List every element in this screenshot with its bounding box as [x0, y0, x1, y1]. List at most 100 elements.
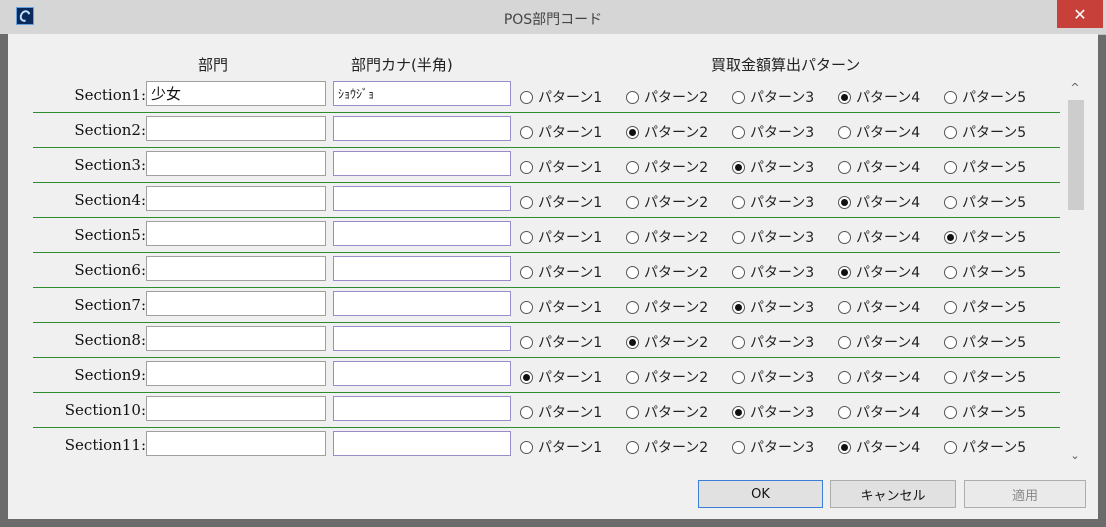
section-kana-input[interactable] [333, 256, 511, 281]
pattern-radio[interactable]: パターン3 [732, 192, 814, 212]
radio-circle-icon[interactable] [626, 265, 639, 279]
section-kana-input[interactable] [333, 361, 511, 386]
radio-circle-icon[interactable] [838, 125, 851, 139]
section-name-input[interactable] [146, 221, 326, 246]
pattern-radio[interactable]: パターン4 [838, 332, 920, 352]
radio-circle-icon[interactable] [626, 300, 639, 314]
radio-circle-icon[interactable] [626, 125, 639, 139]
radio-circle-icon[interactable] [944, 265, 957, 279]
radio-circle-icon[interactable] [944, 90, 957, 104]
section-kana-input[interactable] [333, 291, 511, 316]
pattern-radio[interactable]: パターン4 [838, 367, 920, 387]
radio-circle-icon[interactable] [626, 230, 639, 244]
radio-circle-icon[interactable] [732, 230, 745, 244]
section-name-input[interactable] [146, 151, 326, 176]
pattern-radio[interactable]: パターン4 [838, 297, 920, 317]
pattern-radio[interactable]: パターン3 [732, 122, 814, 142]
radio-circle-icon[interactable] [520, 440, 533, 454]
pattern-radio[interactable]: パターン3 [732, 87, 814, 107]
pattern-radio[interactable]: パターン4 [838, 87, 920, 107]
radio-circle-icon[interactable] [838, 230, 851, 244]
radio-circle-icon[interactable] [838, 90, 851, 104]
close-button[interactable]: ✕ [1057, 0, 1103, 28]
pattern-radio[interactable]: パターン3 [732, 367, 814, 387]
section-kana-input[interactable] [333, 151, 511, 176]
radio-circle-icon[interactable] [732, 300, 745, 314]
radio-circle-icon[interactable] [520, 335, 533, 349]
pattern-radio[interactable]: パターン1 [520, 157, 602, 177]
section-kana-input[interactable] [333, 221, 511, 246]
radio-circle-icon[interactable] [626, 370, 639, 384]
section-name-input[interactable] [146, 256, 326, 281]
radio-circle-icon[interactable] [944, 335, 957, 349]
radio-circle-icon[interactable] [732, 195, 745, 209]
section-name-input[interactable] [146, 326, 326, 351]
radio-circle-icon[interactable] [520, 265, 533, 279]
ok-button[interactable]: OK [698, 480, 823, 508]
section-kana-input[interactable] [333, 431, 511, 456]
radio-circle-icon[interactable] [626, 195, 639, 209]
pattern-radio[interactable]: パターン2 [626, 227, 708, 247]
radio-circle-icon[interactable] [520, 230, 533, 244]
pattern-radio[interactable]: パターン1 [520, 332, 602, 352]
cancel-button[interactable]: キャンセル [830, 480, 956, 508]
pattern-radio[interactable]: パターン5 [944, 122, 1026, 142]
radio-circle-icon[interactable] [520, 90, 533, 104]
pattern-radio[interactable]: パターン2 [626, 87, 708, 107]
vertical-scrollbar[interactable]: ^ ⌄ [1066, 78, 1084, 464]
pattern-radio[interactable]: パターン4 [838, 192, 920, 212]
radio-circle-icon[interactable] [838, 370, 851, 384]
pattern-radio[interactable]: パターン4 [838, 402, 920, 422]
pattern-radio[interactable]: パターン5 [944, 332, 1026, 352]
pattern-radio[interactable]: パターン3 [732, 157, 814, 177]
apply-button[interactable]: 適用 [964, 480, 1086, 508]
pattern-radio[interactable]: パターン5 [944, 402, 1026, 422]
pattern-radio[interactable]: パターン2 [626, 157, 708, 177]
radio-circle-icon[interactable] [944, 160, 957, 174]
pattern-radio[interactable]: パターン5 [944, 87, 1026, 107]
radio-circle-icon[interactable] [626, 335, 639, 349]
scroll-thumb[interactable] [1068, 100, 1084, 210]
radio-circle-icon[interactable] [732, 405, 745, 419]
pattern-radio[interactable]: パターン3 [732, 437, 814, 457]
section-name-input[interactable] [146, 116, 326, 141]
pattern-radio[interactable]: パターン1 [520, 297, 602, 317]
radio-circle-icon[interactable] [732, 265, 745, 279]
radio-circle-icon[interactable] [732, 160, 745, 174]
radio-circle-icon[interactable] [626, 90, 639, 104]
section-kana-input[interactable] [333, 186, 511, 211]
pattern-radio[interactable]: パターン1 [520, 262, 602, 282]
pattern-radio[interactable]: パターン2 [626, 262, 708, 282]
radio-circle-icon[interactable] [520, 405, 533, 419]
pattern-radio[interactable]: パターン2 [626, 122, 708, 142]
radio-circle-icon[interactable] [944, 405, 957, 419]
title-bar[interactable]: POS部門コード ✕ [0, 0, 1106, 35]
section-kana-input[interactable] [333, 81, 511, 106]
pattern-radio[interactable]: パターン3 [732, 262, 814, 282]
scroll-up-icon[interactable]: ^ [1066, 78, 1084, 96]
radio-circle-icon[interactable] [626, 440, 639, 454]
radio-circle-icon[interactable] [944, 440, 957, 454]
pattern-radio[interactable]: パターン2 [626, 437, 708, 457]
radio-circle-icon[interactable] [520, 370, 533, 384]
radio-circle-icon[interactable] [838, 265, 851, 279]
pattern-radio[interactable]: パターン2 [626, 332, 708, 352]
pattern-radio[interactable]: パターン2 [626, 402, 708, 422]
section-name-input[interactable] [146, 81, 326, 106]
section-name-input[interactable] [146, 186, 326, 211]
pattern-radio[interactable]: パターン5 [944, 367, 1026, 387]
section-name-input[interactable] [146, 396, 326, 421]
radio-circle-icon[interactable] [732, 335, 745, 349]
pattern-radio[interactable]: パターン3 [732, 332, 814, 352]
section-name-input[interactable] [146, 291, 326, 316]
radio-circle-icon[interactable] [626, 405, 639, 419]
pattern-radio[interactable]: パターン1 [520, 192, 602, 212]
pattern-radio[interactable]: パターン5 [944, 227, 1026, 247]
radio-circle-icon[interactable] [944, 230, 957, 244]
pattern-radio[interactable]: パターン1 [520, 402, 602, 422]
pattern-radio[interactable]: パターン3 [732, 402, 814, 422]
pattern-radio[interactable]: パターン4 [838, 437, 920, 457]
radio-circle-icon[interactable] [520, 125, 533, 139]
radio-circle-icon[interactable] [944, 300, 957, 314]
pattern-radio[interactable]: パターン2 [626, 297, 708, 317]
